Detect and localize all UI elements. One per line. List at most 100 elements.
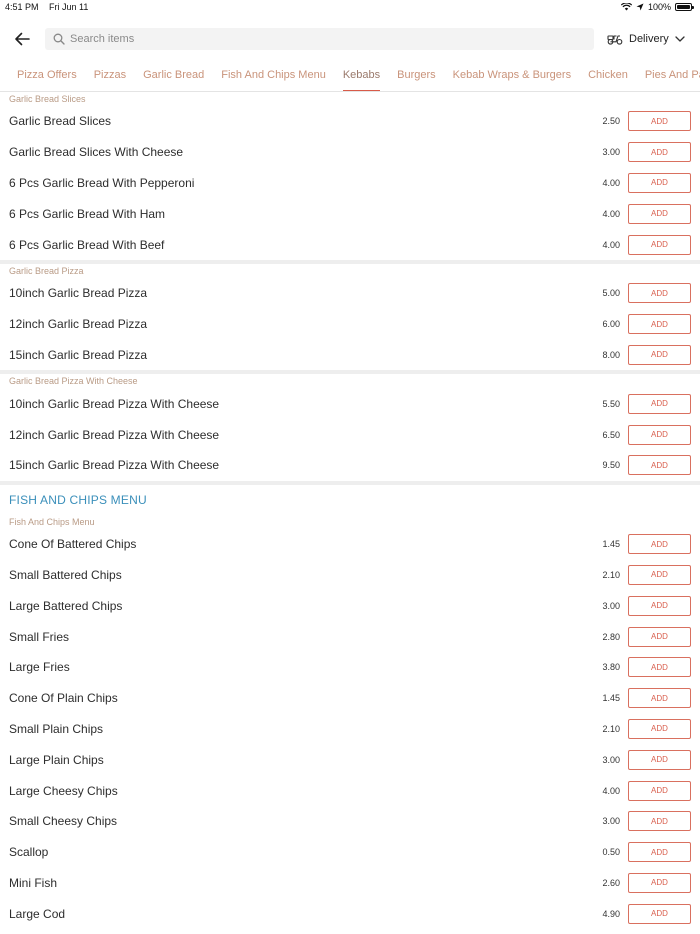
add-button[interactable]: ADD [628, 203, 691, 224]
menu-item: 12inch Garlic Bread Pizza 6.00 ADD [0, 309, 700, 340]
item-price: 2.50 [602, 116, 620, 127]
search-input[interactable] [70, 33, 594, 45]
item-name: 15inch Garlic Bread Pizza [9, 347, 148, 362]
add-button[interactable]: ADD [628, 718, 691, 739]
item-price: 3.80 [602, 662, 620, 673]
section-heading: Garlic Bread Pizza With Cheese [9, 376, 138, 387]
menu-item: Large Battered Chips 3.00 ADD [0, 590, 700, 621]
add-button[interactable]: ADD [628, 234, 691, 255]
add-button[interactable]: ADD [628, 626, 691, 647]
item-name: Small Fries [9, 629, 70, 644]
item-name: Small Cheesy Chips [9, 814, 118, 829]
battery-percent: 100% [647, 2, 671, 12]
item-price: 4.00 [602, 208, 620, 219]
item-price: 5.50 [602, 398, 620, 409]
item-price: 3.00 [602, 147, 620, 158]
item-name: 15inch Garlic Bread Pizza With Cheese [9, 458, 220, 473]
item-name: Small Battered Chips [9, 567, 122, 582]
item-name: Cone Of Battered Chips [9, 537, 137, 552]
tab-chicken[interactable]: Chicken [588, 64, 628, 91]
add-button[interactable]: ADD [628, 111, 691, 132]
item-price: 9.50 [602, 460, 620, 471]
menu-item: 6 Pcs Garlic Bread With Pepperoni 4.00 ADD [0, 168, 700, 199]
status-bar: 4:51 PM Fri Jun 11 100% [0, 0, 700, 14]
tab-pies-and-pasties[interactable]: Pies And Pasties [645, 64, 700, 91]
add-button[interactable]: ADD [628, 811, 691, 832]
item-price: 4.00 [602, 239, 620, 250]
item-name: 6 Pcs Garlic Bread With Ham [9, 206, 166, 221]
item-name: Scallop [9, 845, 49, 860]
item-name: Garlic Bread Slices [9, 114, 112, 129]
item-price: 4.00 [602, 177, 620, 188]
add-button[interactable]: ADD [628, 534, 691, 555]
status-date: Fri Jun 11 [49, 2, 89, 12]
add-button[interactable]: ADD [628, 564, 691, 585]
tab-pizza-offers[interactable]: Pizza Offers [17, 64, 77, 91]
item-name: Large Cheesy Chips [9, 783, 118, 798]
item-name: 12inch Garlic Bread Pizza With Cheese [9, 427, 220, 442]
item-price: 3.00 [602, 600, 620, 611]
add-button[interactable]: ADD [628, 344, 691, 365]
menu-item: 15inch Garlic Bread Pizza 8.00 ADD [0, 340, 700, 371]
wifi-icon [620, 3, 632, 11]
arrow-left-icon [15, 32, 30, 46]
item-price: 3.00 [602, 816, 620, 827]
add-button[interactable]: ADD [628, 314, 691, 335]
item-name: 6 Pcs Garlic Bread With Pepperoni [9, 175, 195, 190]
scooter-icon [607, 35, 623, 45]
add-button[interactable]: ADD [628, 595, 691, 616]
item-price: 4.00 [602, 785, 620, 796]
battery-icon [675, 3, 694, 11]
search-icon [53, 33, 65, 45]
menu-item: 6 Pcs Garlic Bread With Beef 4.00 ADD [0, 229, 700, 260]
add-button[interactable]: ADD [628, 749, 691, 770]
add-button[interactable]: ADD [628, 657, 691, 678]
back-button[interactable] [10, 27, 34, 51]
item-price: 2.10 [602, 569, 620, 580]
section-heading: Fish And Chips Menu [9, 516, 95, 527]
menu-item: Small Cheesy Chips 3.00 ADD [0, 806, 700, 837]
item-price: 5.00 [602, 288, 620, 299]
menu-item: Large Cheesy Chips 4.00 ADD [0, 775, 700, 806]
menu-item: Small Plain Chips 2.10 ADD [0, 714, 700, 745]
item-price: 4.90 [602, 908, 620, 919]
item-name: 10inch Garlic Bread Pizza [9, 286, 148, 301]
add-button[interactable]: ADD [628, 903, 691, 924]
add-button[interactable]: ADD [628, 688, 691, 709]
chevron-down-icon [675, 36, 685, 42]
tab-fish-and-chips-menu[interactable]: Fish And Chips Menu [221, 64, 326, 91]
menu-item: Small Battered Chips 2.10 ADD [0, 560, 700, 591]
add-button[interactable]: ADD [628, 872, 691, 893]
add-button[interactable]: ADD [628, 424, 691, 445]
top-bar: Delivery [0, 14, 700, 64]
menu-item: Cone Of Plain Chips 1.45 ADD [0, 683, 700, 714]
item-name: 12inch Garlic Bread Pizza [9, 317, 148, 332]
menu-item: 15inch Garlic Bread Pizza With Cheese 9.5… [0, 450, 700, 481]
search-bar[interactable] [45, 28, 594, 50]
menu-item: Mini Fish 2.60 ADD [0, 868, 700, 899]
item-price: 6.00 [602, 319, 620, 330]
tab-pizzas[interactable]: Pizzas [94, 64, 126, 91]
add-button[interactable]: ADD [628, 142, 691, 163]
item-price: 2.80 [602, 631, 620, 642]
item-name: Large Cod [9, 906, 66, 921]
add-button[interactable]: ADD [628, 393, 691, 414]
menu-item: 10inch Garlic Bread Pizza With Cheese 5.5… [0, 388, 700, 419]
item-price: 1.45 [602, 539, 620, 550]
tab-burgers[interactable]: Burgers [397, 64, 436, 91]
item-name: Garlic Bread Slices With Cheese [9, 145, 184, 160]
item-name: 6 Pcs Garlic Bread With Beef [9, 237, 165, 252]
add-button[interactable]: ADD [628, 455, 691, 476]
add-button[interactable]: ADD [628, 172, 691, 193]
menu-item: Garlic Bread Slices With Cheese 3.00 ADD [0, 137, 700, 168]
add-button[interactable]: ADD [628, 780, 691, 801]
item-name: Large Fries [9, 660, 70, 675]
tab-kebabs[interactable]: Kebabs [342, 64, 381, 91]
delivery-selector[interactable]: Delivery [607, 33, 685, 45]
tab-kebab-wraps-burgers[interactable]: Kebab Wraps & Burgers [453, 64, 571, 91]
add-button[interactable]: ADD [628, 842, 691, 863]
add-button[interactable]: ADD [628, 283, 691, 304]
item-price: 2.10 [602, 723, 620, 734]
tab-garlic-bread[interactable]: Garlic Bread [143, 64, 204, 91]
status-left: 4:51 PM Fri Jun 11 [5, 2, 96, 12]
